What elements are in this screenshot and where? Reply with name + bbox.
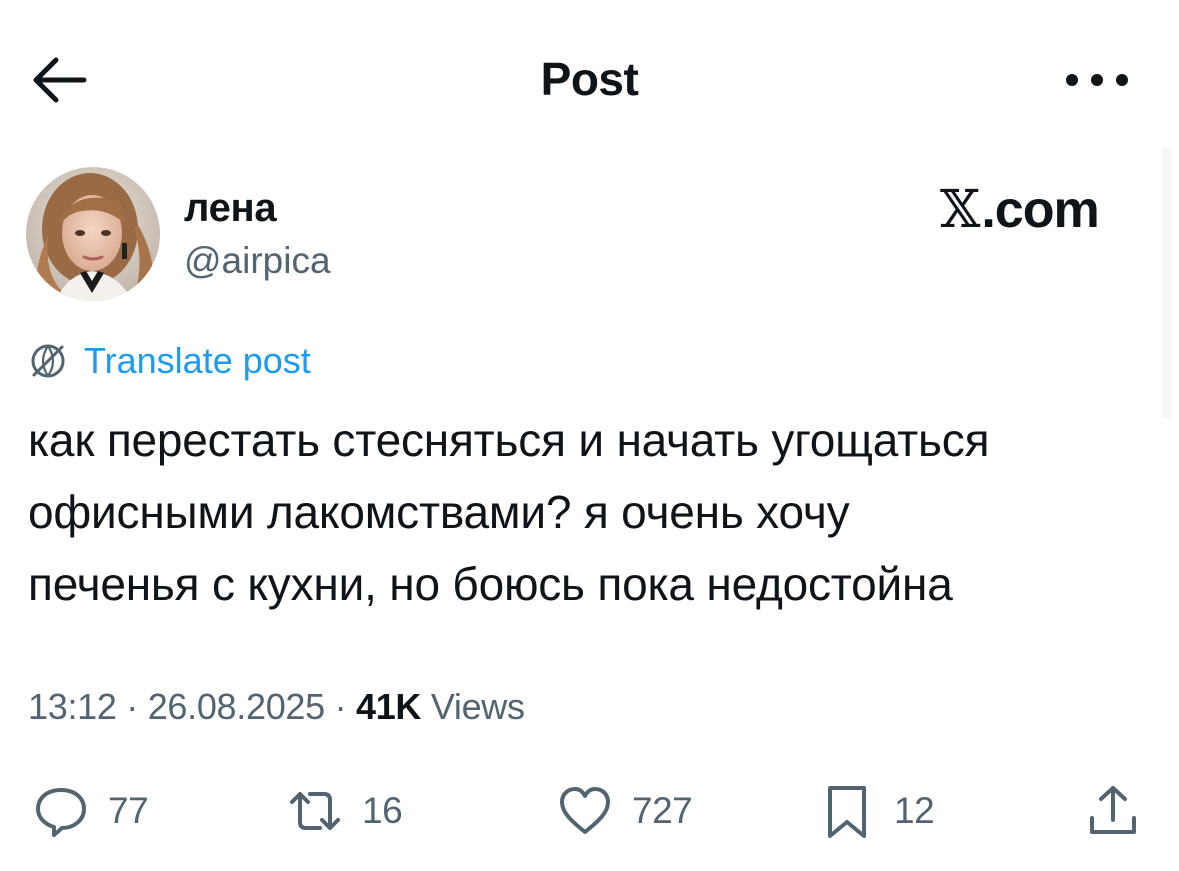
avatar[interactable] <box>26 167 160 301</box>
translate-post-link[interactable]: Translate post <box>28 340 311 382</box>
more-options-button[interactable] <box>1062 62 1132 98</box>
retweet-button[interactable]: 16 <box>286 782 403 840</box>
globe-icon <box>31 344 65 378</box>
x-com-watermark: 𝕏 .com <box>940 180 1100 240</box>
meta-separator: · <box>324 686 356 727</box>
share-button[interactable] <box>1084 782 1142 840</box>
author-handle[interactable]: @airpica <box>184 240 331 282</box>
reply-button[interactable]: 77 <box>32 782 149 840</box>
page-title: Post <box>540 53 639 105</box>
post-date[interactable]: 26.08.2025 <box>148 686 325 728</box>
like-button[interactable]: 727 <box>556 782 693 840</box>
post-time[interactable]: 13:12 <box>28 686 117 728</box>
translate-post-label: Translate post <box>84 340 311 381</box>
meta-separator: · <box>116 686 148 727</box>
post-meta: 13:12 · 26.08.2025 · 41K Views <box>28 686 525 728</box>
x-logo-glyph: 𝕏 <box>940 180 980 240</box>
user-avatar <box>26 167 160 301</box>
bookmark-button[interactable]: 12 <box>818 782 935 840</box>
reply-icon <box>36 788 86 837</box>
retweet-count: 16 <box>362 790 403 831</box>
ellipsis-icon <box>1066 74 1128 86</box>
views-count[interactable]: 41K <box>356 686 421 728</box>
watermark-domain: .com <box>981 181 1099 239</box>
views-label: Views <box>421 686 525 727</box>
post-text: как перестать стесняться и начать угощат… <box>28 414 990 610</box>
like-count: 727 <box>632 790 693 831</box>
share-icon <box>1090 786 1136 834</box>
reply-count: 77 <box>108 790 149 831</box>
author-name[interactable]: лена <box>184 186 277 231</box>
edge-shadow <box>1162 148 1172 418</box>
bookmark-icon <box>828 786 866 838</box>
retweet-icon <box>290 792 340 830</box>
bookmark-count: 12 <box>894 790 935 831</box>
heart-icon <box>560 787 610 834</box>
